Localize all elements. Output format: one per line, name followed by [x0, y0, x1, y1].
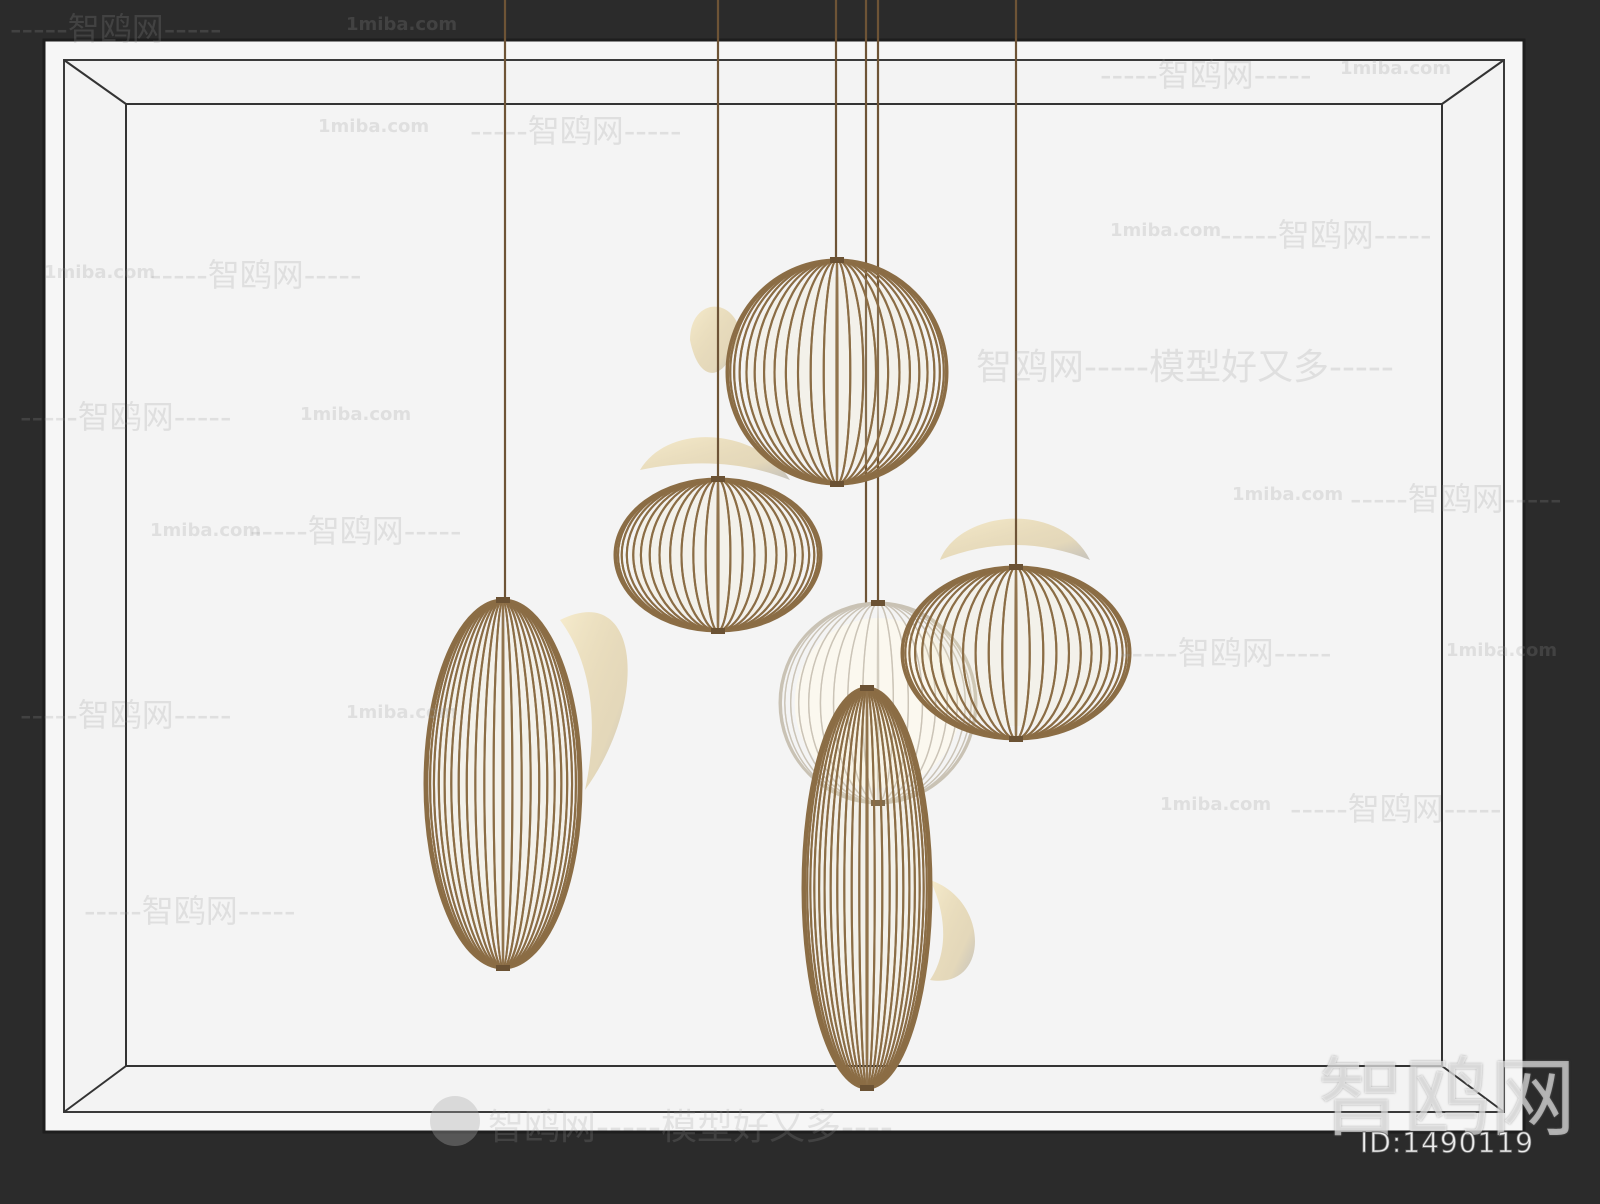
watermark-logo-icon	[430, 1096, 480, 1146]
lamp-bottom-cap	[496, 965, 510, 971]
lamp-top-cap	[1009, 564, 1023, 570]
lamp-top-cap	[871, 600, 885, 606]
lamp-bottom-cap	[830, 481, 844, 487]
watermark-id: ID:1490119	[1360, 1126, 1534, 1160]
pendant-lamp-render	[42, 0, 1526, 1134]
lamp-bottom-cap	[711, 628, 725, 634]
pendant-lamp	[725, 257, 949, 487]
lamp-top-cap	[496, 597, 510, 603]
lamp-wire-rib	[1014, 565, 1018, 741]
lamp-wire-rib	[865, 686, 869, 1090]
lamp-top-cap	[860, 685, 874, 691]
lamp-top-cap	[711, 476, 725, 482]
pendant-lamp	[801, 685, 933, 1091]
render-canvas: -----智鸥网----- 1miba.com -----智鸥网----- 1m…	[0, 0, 1600, 1200]
lamp-wire-rib	[501, 598, 505, 970]
lamp-wire-rib	[835, 258, 839, 486]
lamp-top-cap	[830, 257, 844, 263]
pendant-lamp	[613, 476, 823, 634]
lamp-bottom-cap	[860, 1085, 874, 1091]
lamp-bottom-cap	[1009, 736, 1023, 742]
pendant-lamp	[900, 564, 1132, 742]
pendant-lamp	[423, 597, 583, 971]
lamp-wire-rib	[716, 477, 720, 633]
